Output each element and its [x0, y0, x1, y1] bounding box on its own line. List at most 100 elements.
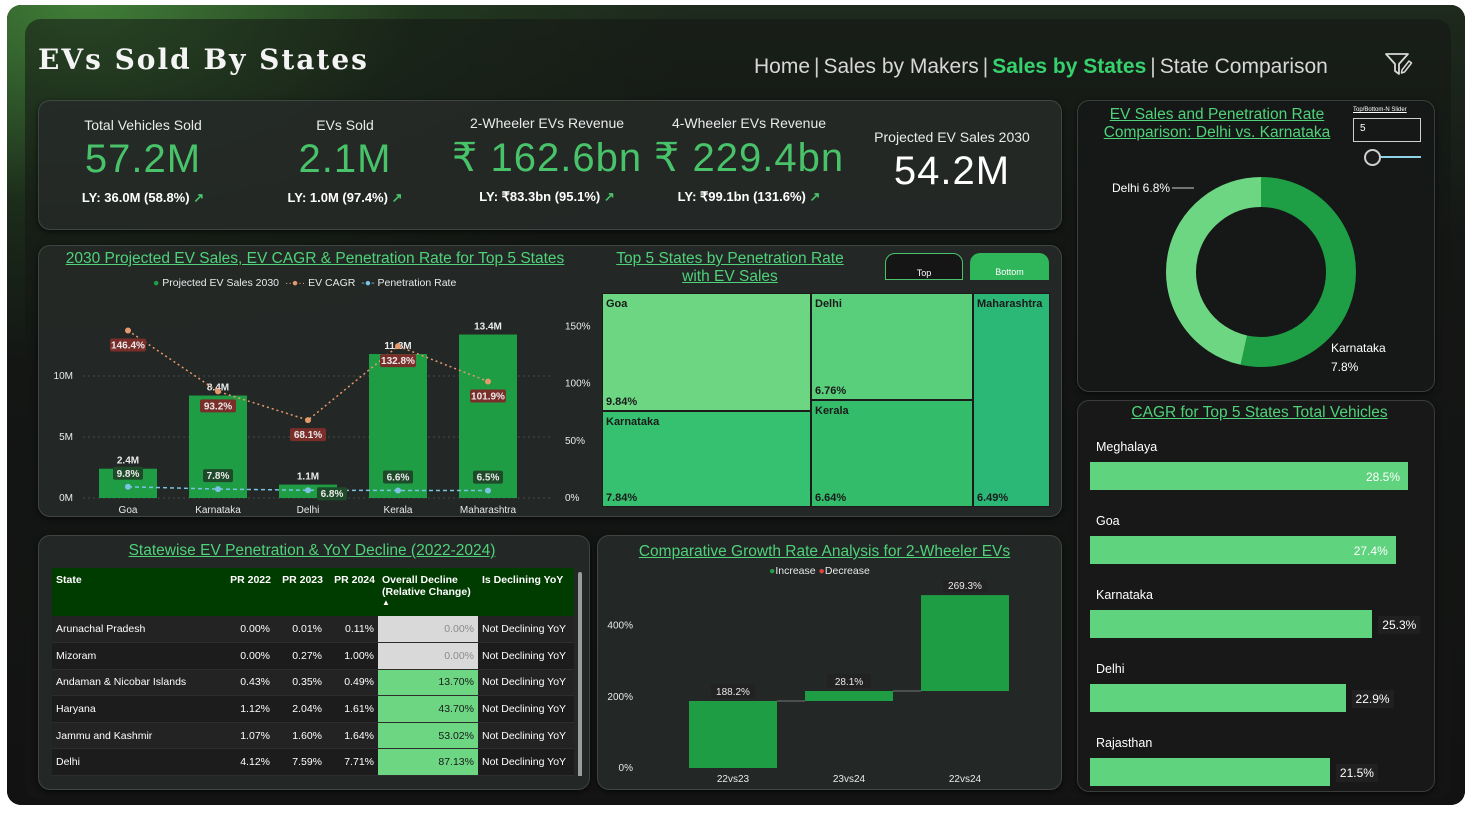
point-penetration-rate[interactable] [305, 487, 311, 494]
nav-home[interactable]: Home [754, 55, 810, 78]
treemap-label: Goa [606, 298, 628, 310]
line-ev-cagr [127, 329, 489, 421]
th-is-declining[interactable]: Is Declining YoY [478, 568, 574, 616]
donut-title: EV Sales and Penetration Rate Comparison… [1103, 106, 1331, 141]
treemap-cell-delhi[interactable]: Delhi 6.76% [811, 293, 973, 400]
slider-value-input[interactable]: 5 [1353, 118, 1421, 142]
point-ev-cagr[interactable] [215, 388, 221, 395]
table-cell: 2.04% [292, 703, 322, 716]
cagr-value-label: 22.9% [1351, 690, 1394, 708]
x-tick-label: Kerala [384, 505, 413, 516]
cagr-state-label: Delhi [1096, 662, 1125, 676]
table-cell: 0.35% [292, 676, 322, 689]
left-tick-label: 10M [54, 371, 73, 382]
kpi-value: ₹ 229.4bn [653, 136, 845, 180]
cagr-bar[interactable] [1090, 758, 1330, 786]
treemap-value: 9.84% [606, 396, 638, 408]
table-cell: 43.70% [378, 695, 478, 723]
toggle-bottom-button[interactable]: Bottom [970, 253, 1049, 280]
table-cell: Arunachal Pradesh [56, 623, 146, 636]
cagr-bar[interactable] [1090, 462, 1408, 490]
treemap-cell-goa[interactable]: Goa 9.84% [602, 293, 811, 411]
point-ev-cagr[interactable] [395, 343, 401, 350]
treemap-label: Karnataka [606, 416, 660, 428]
treemap-value: 6.76% [815, 385, 847, 397]
kpi-total-vehicles: Total Vehicles Sold 57.2M LY: 36.0M (58.… [53, 117, 233, 206]
treemap-cell-kerala[interactable]: Kerala 6.64% [811, 400, 973, 507]
kpi-value: ₹ 162.6bn [451, 136, 643, 180]
table-row[interactable]: Mizoram 0.00% 0.27% 1.00% 0.00% Not Declining… [52, 642, 574, 670]
left-tick-label: 5M [59, 432, 73, 443]
table-row[interactable]: Arunachal Pradesh 0.00% 0.01% 0.11% 0.00% Not… [52, 616, 574, 643]
svg-text:28.1%: 28.1% [835, 677, 863, 688]
cagr-data-label: 68.1% [290, 428, 326, 442]
waterfall-legend: ●Increase ●Decrease [769, 565, 870, 577]
waterfall-value-label: 28.1% [827, 673, 871, 688]
svg-text:68.1%: 68.1% [294, 430, 322, 441]
point-penetration-rate[interactable] [395, 487, 401, 494]
table-cell: Not Declining YoY [482, 703, 567, 716]
cagr-data-label: 93.2% [200, 399, 236, 413]
point-ev-cagr[interactable] [305, 417, 311, 424]
donut-label-karnataka: Karnataka [1331, 341, 1386, 355]
right-tick-label: 100% [565, 379, 591, 390]
kpi-label: Total Vehicles Sold [84, 117, 202, 133]
slider-handle[interactable] [1364, 149, 1381, 166]
table-row[interactable]: Delhi 4.12% 7.59% 7.71% 87.13% Not Declining … [52, 748, 574, 776]
cagr-data-label: 101.9% [470, 389, 506, 403]
th-pr2022[interactable]: PR 2022 [222, 568, 274, 616]
page-title: EVs Sold By States [38, 43, 369, 76]
table-cell: Not Declining YoY [482, 676, 567, 689]
treemap-value: 6.49% [977, 492, 1009, 504]
table-row[interactable]: Andaman & Nicobar Islands 0.43% 0.35% 0.49%… [52, 669, 574, 696]
waterfall-bar[interactable] [921, 595, 1009, 691]
cagr-bar[interactable] [1090, 684, 1346, 712]
table-cell: Jammu and Kashmir [56, 729, 153, 742]
kpi-label: 4-Wheeler EVs Revenue [671, 115, 827, 131]
table-scrollbar[interactable] [578, 572, 582, 776]
right-tick-label: 150% [565, 321, 591, 332]
cagr-bar[interactable] [1090, 610, 1373, 638]
kpi-ly: LY: ₹99.1bn (131.6%) ↗ [677, 189, 821, 204]
table-cell: Delhi [56, 756, 80, 769]
nav-sales-by-makers[interactable]: Sales by Makers [824, 55, 979, 78]
point-penetration-rate[interactable] [485, 487, 491, 494]
nav-state-comparison[interactable]: State Comparison [1160, 55, 1328, 78]
waterfall-bar[interactable] [805, 690, 893, 702]
kpi-projected-2030: Projected EV Sales 2030 54.2M [862, 129, 1042, 194]
table-cell: 1.61% [344, 703, 374, 716]
arrow-up-right-icon: ↗ [603, 189, 615, 204]
waterfall-bar[interactable] [689, 701, 777, 768]
th-pr2023[interactable]: PR 2023 [274, 568, 326, 616]
cagr-data-label: 146.4% [110, 338, 146, 352]
table-cell: 1.64% [344, 729, 374, 742]
right-tick-label: 0% [565, 493, 580, 504]
x-tick-label: Goa [119, 505, 138, 516]
th-overall-decline[interactable]: Overall Decline (Relative Change) ▲ [378, 568, 478, 616]
cagr-value-label: 28.5% [1366, 470, 1401, 484]
point-penetration-rate[interactable] [215, 486, 221, 493]
y-tick-label: 200% [607, 692, 633, 703]
treemap-cell-maharashtra[interactable]: Maharashtra 6.49% [973, 293, 1050, 507]
point-ev-cagr[interactable] [125, 327, 131, 334]
toggle-top-button[interactable]: Top [885, 253, 963, 280]
th-pr2024[interactable]: PR 2024 [326, 568, 378, 616]
filter-edit-icon[interactable] [1383, 49, 1413, 79]
table-row[interactable]: Jammu and Kashmir 1.07% 1.60% 1.64% 53.02% No… [52, 722, 574, 749]
treemap-label: Maharashtra [977, 298, 1043, 310]
kpi-value: 57.2M [84, 137, 202, 181]
table-cell: 0.00% [378, 616, 478, 643]
kpi-ly: LY: 1.0M (97.4%) ↗ [287, 190, 403, 205]
point-ev-cagr[interactable] [485, 378, 491, 385]
waterfall-title: Comparative Growth Rate Analysis for 2-W… [638, 543, 1011, 560]
th-state[interactable]: State [52, 568, 222, 616]
penetration-table-wrapper: State PR 2022 PR 2023 PR 2024 Overall De… [52, 568, 582, 776]
dashboard-frame: EVs Sold By States Home | Sales by Makers |… [7, 5, 1465, 805]
x-tick-label: Maharashtra [460, 505, 517, 516]
treemap-cell-karnataka[interactable]: Karnataka 7.84% [602, 411, 811, 507]
point-penetration-rate[interactable] [125, 483, 131, 490]
kpi-value: 2.1M [298, 137, 392, 181]
table-row[interactable]: Haryana 1.12% 2.04% 1.61% 43.70% Not Declinin… [52, 695, 574, 723]
treemap-label: Kerala [815, 405, 849, 417]
nav-sales-by-states[interactable]: Sales by States [992, 55, 1146, 78]
